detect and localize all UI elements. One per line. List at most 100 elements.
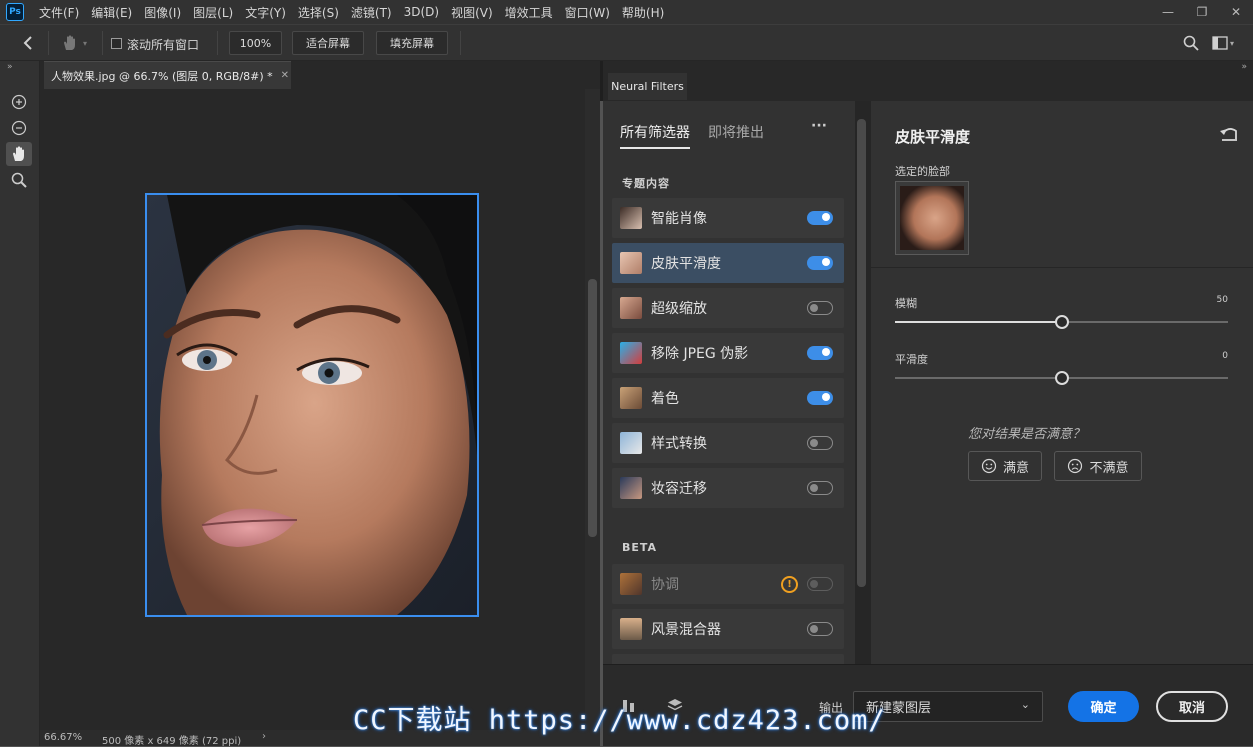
cancel-button[interactable]: 取消 bbox=[1156, 691, 1228, 722]
menu-image[interactable]: 图像(I) bbox=[138, 4, 187, 21]
watermark-text: CC下载站 https://www.cdz423.com/ bbox=[353, 705, 886, 736]
magnifier-tool-icon[interactable] bbox=[6, 168, 32, 192]
reset-icon[interactable] bbox=[1219, 125, 1239, 143]
harmonization-icon bbox=[620, 573, 642, 595]
smoothness-slider-knob[interactable] bbox=[1054, 371, 1069, 385]
blur-slider-fill bbox=[895, 321, 1062, 323]
filter-next-partial bbox=[612, 654, 844, 664]
landscape-mixer-icon bbox=[620, 618, 642, 640]
style-transfer-icon bbox=[620, 432, 642, 454]
close-icon[interactable]: ✕ bbox=[1219, 0, 1253, 24]
smart-portrait-icon bbox=[620, 207, 642, 229]
menu-filter[interactable]: 滤镜(T) bbox=[345, 4, 398, 21]
filter-toggle[interactable] bbox=[807, 211, 833, 225]
canvas-vertical-scrollbar[interactable] bbox=[585, 89, 600, 730]
filter-list-scrollbar[interactable] bbox=[855, 101, 870, 664]
hand-tool-preset-icon[interactable]: ▾ bbox=[60, 31, 96, 55]
smoothness-value: 0 bbox=[1222, 351, 1228, 361]
document-tab[interactable]: 人物效果.jpg @ 66.7% (图层 0, RGB/8#) * ✕ bbox=[44, 61, 291, 89]
makeup-transfer-icon bbox=[620, 477, 642, 499]
scroll-all-checkbox[interactable] bbox=[111, 38, 122, 49]
document-dimensions: 500 像素 x 649 像素 (72 ppi) bbox=[102, 736, 242, 747]
menu-file[interactable]: 文件(F) bbox=[33, 4, 85, 21]
options-bar: ▾ 滚动所有窗口 100% 适合屏幕 填充屏幕 ▾ bbox=[0, 24, 1253, 61]
more-options-icon[interactable]: ··· bbox=[811, 118, 827, 134]
filter-list-panel: 所有筛选器 即将推出 ··· 专题内容 智能肖像 皮肤平滑度 超级缩放 移除 J… bbox=[603, 101, 855, 664]
filter-style-transfer[interactable]: 样式转换 bbox=[612, 423, 844, 463]
filter-toggle[interactable] bbox=[807, 391, 833, 405]
menu-select[interactable]: 选择(S) bbox=[292, 4, 345, 21]
menu-3d[interactable]: 3D(D) bbox=[398, 5, 445, 19]
scroll-thumb[interactable] bbox=[857, 119, 866, 587]
zoom-out-icon[interactable] bbox=[6, 116, 32, 140]
warning-icon[interactable]: ! bbox=[781, 575, 798, 593]
satisfied-button[interactable]: 满意 bbox=[968, 451, 1042, 481]
smile-icon bbox=[981, 458, 997, 474]
filter-colorize[interactable]: 着色 bbox=[612, 378, 844, 418]
filter-properties-panel: 皮肤平滑度 选定的脸部 模糊 50 平滑度 0 您对结果是否满意？ 满意 不满意 bbox=[870, 101, 1253, 664]
filter-toggle[interactable] bbox=[807, 622, 833, 636]
filter-toggle[interactable] bbox=[807, 436, 833, 450]
menu-type[interactable]: 文字(Y) bbox=[239, 4, 292, 21]
hand-tool-icon[interactable] bbox=[6, 142, 32, 166]
smoothness-label: 平滑度 bbox=[895, 353, 928, 366]
filter-toggle[interactable] bbox=[807, 301, 833, 315]
menu-edit[interactable]: 编辑(E) bbox=[85, 4, 138, 21]
blur-label: 模糊 bbox=[895, 297, 917, 310]
canvas-area[interactable] bbox=[40, 89, 585, 730]
menu-view[interactable]: 视图(V) bbox=[445, 4, 499, 21]
blur-slider-knob[interactable] bbox=[1054, 315, 1069, 329]
tab-coming-soon[interactable]: 即将推出 bbox=[708, 122, 764, 142]
filter-super-zoom[interactable]: 超级缩放 bbox=[612, 288, 844, 328]
unsatisfied-button[interactable]: 不满意 bbox=[1054, 451, 1142, 481]
photoshop-logo: Ps bbox=[6, 3, 24, 21]
feedback-question: 您对结果是否满意？ bbox=[968, 427, 1086, 442]
back-arrow-icon[interactable] bbox=[18, 33, 38, 53]
filter-makeup-transfer[interactable]: 妆容迁移 bbox=[612, 468, 844, 508]
selected-face-label: 选定的脸部 bbox=[895, 165, 950, 178]
neural-filters-tab-bar: Neural Filters » bbox=[600, 61, 1253, 101]
super-zoom-icon bbox=[620, 297, 642, 319]
restore-icon[interactable]: ❐ bbox=[1185, 0, 1219, 24]
fit-screen-button[interactable]: 适合屏幕 bbox=[292, 31, 364, 55]
ok-button[interactable]: 确定 bbox=[1068, 691, 1139, 722]
fill-screen-button[interactable]: 填充屏幕 bbox=[376, 31, 448, 55]
menu-plugins[interactable]: 增效工具 bbox=[499, 4, 559, 21]
menu-window[interactable]: 窗口(W) bbox=[559, 4, 616, 21]
zoom-value-field[interactable]: 100% bbox=[229, 31, 282, 55]
properties-title: 皮肤平滑度 bbox=[895, 128, 971, 146]
filter-jpeg-artifacts[interactable]: 移除 JPEG 伪影 bbox=[612, 333, 844, 373]
skin-smoothing-icon bbox=[620, 252, 642, 274]
filter-toggle[interactable] bbox=[807, 346, 833, 360]
filter-harmonization[interactable]: 协调 ! bbox=[612, 564, 844, 604]
document-tab-bar: 人物效果.jpg @ 66.7% (图层 0, RGB/8#) * ✕ bbox=[40, 61, 600, 89]
beta-heading: BETA bbox=[622, 541, 658, 554]
zoom-readout[interactable]: 66.67% bbox=[44, 732, 82, 743]
chevron-down-icon: ⌄ bbox=[1020, 698, 1030, 711]
panel-collapse-icon[interactable]: » bbox=[1241, 62, 1247, 72]
zoom-in-icon[interactable] bbox=[6, 90, 32, 114]
filter-smart-portrait[interactable]: 智能肖像 bbox=[612, 198, 844, 238]
filter-toggle[interactable] bbox=[807, 256, 833, 270]
scroll-thumb[interactable] bbox=[588, 279, 597, 537]
portrait-image bbox=[145, 193, 479, 617]
tab-close-icon[interactable]: ✕ bbox=[281, 70, 289, 81]
menu-layer[interactable]: 图层(L) bbox=[187, 4, 239, 21]
collapse-icon[interactable]: » bbox=[7, 62, 13, 72]
tools-panel: » bbox=[0, 61, 40, 746]
colorize-icon bbox=[620, 387, 642, 409]
jpeg-artifacts-icon bbox=[620, 342, 642, 364]
tab-all-filters[interactable]: 所有筛选器 bbox=[620, 122, 690, 149]
minimize-icon[interactable]: — bbox=[1151, 0, 1185, 24]
scroll-all-label: 滚动所有窗口 bbox=[127, 38, 200, 52]
menu-help[interactable]: 帮助(H) bbox=[616, 4, 670, 21]
filter-skin-smoothing[interactable]: 皮肤平滑度 bbox=[612, 243, 844, 283]
status-arrow-icon[interactable]: › bbox=[262, 731, 266, 742]
neural-filters-tab[interactable]: Neural Filters bbox=[608, 73, 687, 100]
workspace-icon[interactable]: ▾ bbox=[1212, 35, 1238, 51]
search-icon[interactable] bbox=[1182, 34, 1200, 52]
filter-landscape-mixer[interactable]: 风景混合器 bbox=[612, 609, 844, 649]
selected-face-thumbnail[interactable] bbox=[895, 181, 969, 255]
filter-toggle[interactable] bbox=[807, 481, 833, 495]
featured-heading: 专题内容 bbox=[622, 177, 670, 190]
